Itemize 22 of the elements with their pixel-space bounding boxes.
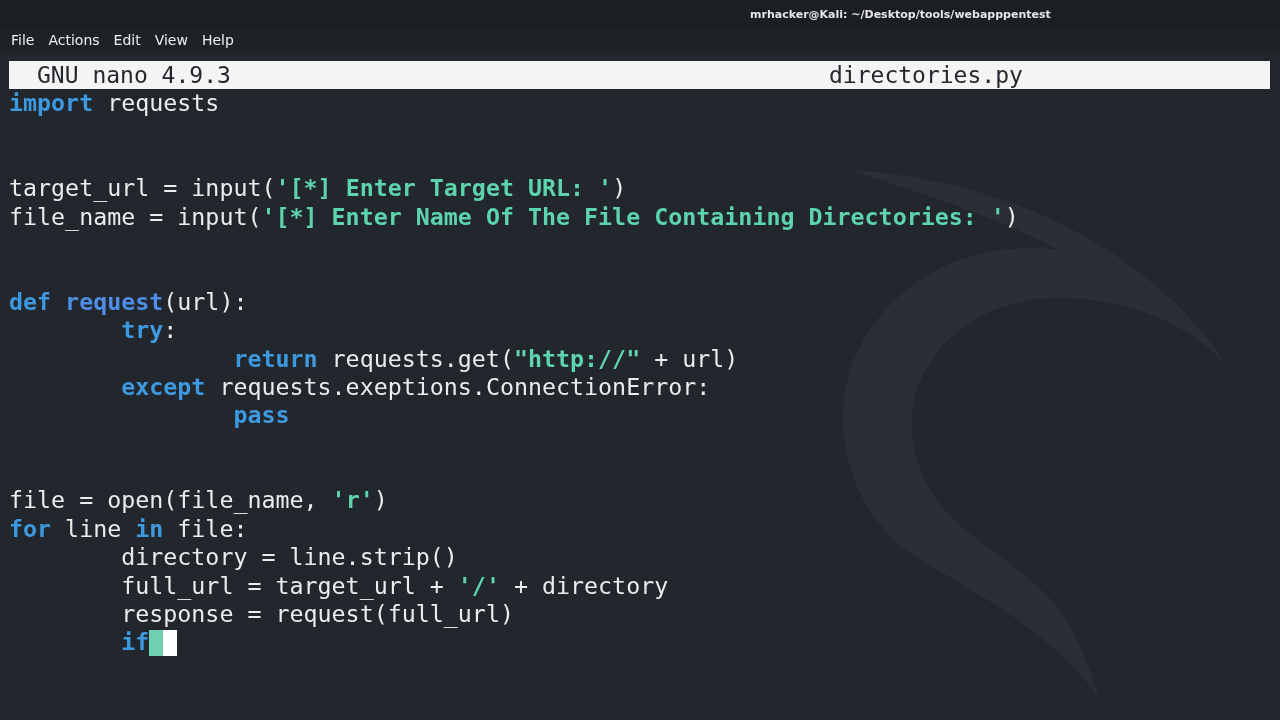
code-line: file_name = input('[*] Enter Name Of The File Containing Directories: ') bbox=[9, 202, 1019, 231]
code-line: response = request(full_url) bbox=[121, 600, 514, 629]
code-line: except requests.exeptions.ConnectionError: bbox=[121, 372, 711, 402]
code-line: target_url = input('[*] Enter Target URL: ') bbox=[9, 174, 627, 203]
code-line: import requests bbox=[9, 89, 220, 118]
menu-item[interactable]: File bbox=[4, 32, 42, 48]
code-line: directory = line.strip() bbox=[121, 543, 458, 572]
code-line: full_url = target_url + '/' + directory bbox=[121, 571, 669, 601]
window-title: mrhacker@Kali: ~/Desktop/tools/webapppentest bbox=[750, 7, 1051, 21]
code-line: return requests.get("http://" + url) bbox=[233, 344, 739, 373]
code-line: for line in file: bbox=[9, 514, 248, 544]
code-line: if bbox=[121, 628, 150, 657]
code-line: pass bbox=[233, 401, 290, 430]
menu-item[interactable]: View bbox=[147, 32, 195, 48]
nano-version: GNU nano 4.9.3 bbox=[37, 62, 232, 88]
menu-item[interactable]: Edit bbox=[106, 32, 148, 48]
menu-item[interactable]: Actions bbox=[41, 32, 107, 48]
menu-item[interactable]: Help bbox=[194, 32, 241, 48]
code-line: file = open(file_name, 'r') bbox=[9, 486, 388, 515]
file-name: directories.py bbox=[829, 62, 1023, 88]
code-line: try: bbox=[121, 316, 178, 345]
code-line: def request(url): bbox=[9, 287, 248, 317]
